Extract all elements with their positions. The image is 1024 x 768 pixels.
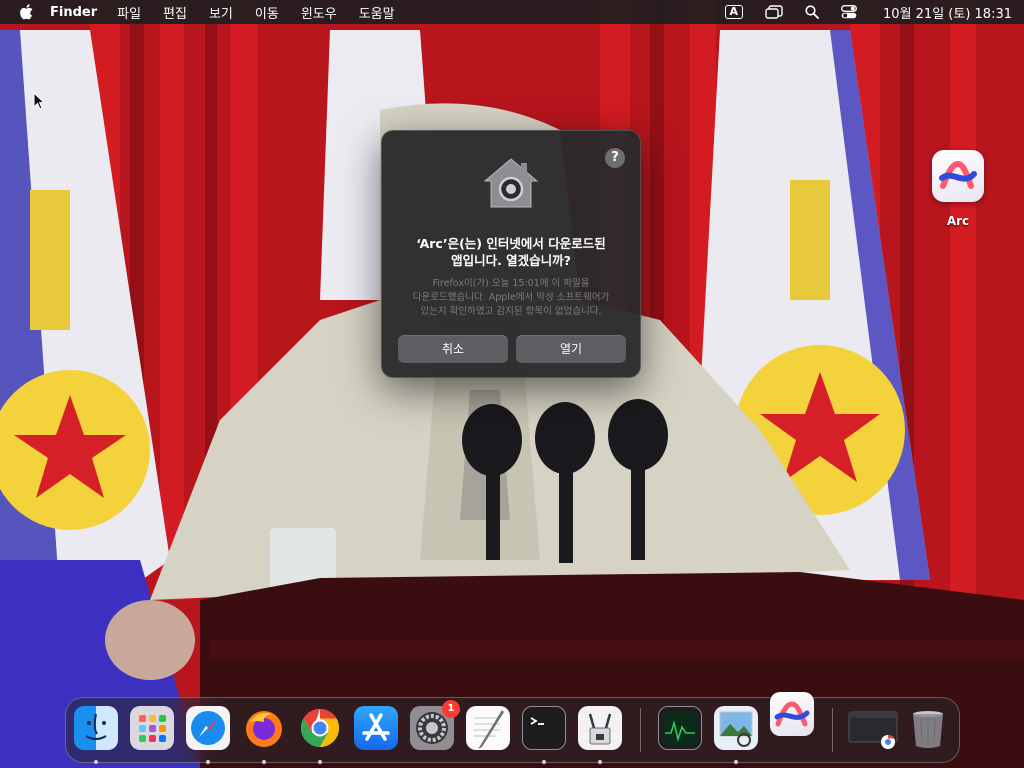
gear-icon: 1 (410, 700, 460, 750)
stage-manager-icon[interactable] (765, 5, 783, 19)
dock-item-preview[interactable] (714, 706, 758, 764)
running-indicator (318, 760, 322, 764)
gatekeeper-dialog: ? ‘Arc’은(는) 인터넷에서 다운로드된 앱입니다. 열겠습니까? Fir… (381, 130, 641, 378)
textedit-icon (466, 706, 510, 750)
dock-item-finder[interactable] (74, 706, 118, 764)
dock-item-arc[interactable] (770, 692, 814, 736)
menu-window[interactable]: 윈도우 (301, 3, 337, 22)
apple-logo-icon[interactable] (18, 3, 36, 21)
spotlight-search-icon[interactable] (805, 5, 819, 19)
control-center-icon[interactable] (841, 5, 857, 19)
trash-icon (906, 706, 950, 750)
safari-icon (186, 706, 230, 750)
security-house-icon (483, 155, 539, 215)
dialog-title-line-1: ‘Arc’은(는) 인터넷에서 다운로드된 (416, 236, 606, 251)
cancel-button[interactable]: 취소 (398, 335, 508, 363)
dock-item-chrome[interactable] (298, 706, 342, 764)
dock-item-minimized-window[interactable] (848, 706, 898, 750)
dock-item-launchpad[interactable] (130, 706, 174, 750)
dock-item-activity-monitor[interactable] (658, 706, 702, 750)
open-button[interactable]: 열기 (516, 335, 626, 363)
menu-file[interactable]: 파일 (117, 3, 141, 22)
dock-item-archive-utility[interactable] (578, 706, 622, 764)
preview-icon (714, 706, 758, 750)
dock: 1 (65, 692, 960, 764)
dock-item-textedit[interactable] (466, 706, 510, 750)
chrome-icon (298, 706, 342, 750)
menu-clock[interactable]: 10월 21일 (토) 18:31 (883, 3, 1012, 22)
finder-icon (74, 706, 118, 750)
running-indicator (734, 760, 738, 764)
terminal-icon (522, 706, 566, 750)
dialog-message-line-2: 다운로드했습니다. Apple에서 악성 소프트웨어가 (412, 292, 610, 303)
arc-app-icon (932, 150, 984, 202)
dock-separator (640, 708, 641, 752)
dock-item-firefox[interactable] (242, 706, 286, 764)
desktop-icon-arc[interactable]: Arc (928, 150, 988, 228)
dialog-buttons: 취소 열기 (398, 335, 626, 363)
desktop-icon-label: Arc (946, 214, 970, 228)
menu-help[interactable]: 도움말 (359, 3, 395, 22)
dock-item-trash[interactable] (906, 706, 950, 750)
running-indicator (206, 760, 210, 764)
app-store-icon (354, 706, 398, 750)
dialog-title: ‘Arc’은(는) 인터넷에서 다운로드된 앱입니다. 열겠습니까? (398, 235, 624, 269)
running-indicator (94, 760, 98, 764)
menu-app-name[interactable]: Finder (50, 5, 97, 20)
notification-badge: 1 (442, 700, 460, 718)
input-source-icon[interactable]: A (724, 5, 744, 19)
archive-utility-icon (578, 706, 622, 750)
menu-view[interactable]: 보기 (209, 3, 233, 22)
help-button[interactable]: ? (605, 148, 625, 168)
menu-bar: Finder 파일 편집 보기 이동 윈도우 도움말 A 10월 21일 (토)… (0, 0, 1024, 24)
dock-separator (832, 708, 833, 752)
running-indicator (542, 760, 546, 764)
dialog-message-line-1: Firefox이(가) 오늘 15:01에 이 파일을 (432, 278, 590, 289)
dialog-title-line-2: 앱입니다. 열겠습니까? (451, 253, 571, 268)
menu-go[interactable]: 이동 (255, 3, 279, 22)
menu-edit[interactable]: 편집 (163, 3, 187, 22)
dock-item-system-settings[interactable]: 1 (410, 700, 460, 750)
desktop-wallpaper (0, 0, 1024, 768)
running-indicator (598, 760, 602, 764)
firefox-icon (242, 706, 286, 750)
dialog-message-line-3: 있는지 확인하였고 감지된 항목이 없었습니다. (420, 306, 602, 317)
dock-item-app-store[interactable] (354, 706, 398, 750)
minimized-window-thumbnail-icon (848, 706, 898, 750)
dock-item-terminal[interactable] (522, 706, 566, 764)
dock-item-safari[interactable] (186, 706, 230, 764)
mouse-pointer-icon (33, 91, 46, 114)
arc-app-icon (770, 692, 814, 736)
activity-monitor-icon (658, 706, 702, 750)
running-indicator (262, 760, 266, 764)
launchpad-icon (130, 706, 174, 750)
dialog-message: Firefox이(가) 오늘 15:01에 이 파일을 다운로드했습니다. Ap… (396, 277, 626, 319)
